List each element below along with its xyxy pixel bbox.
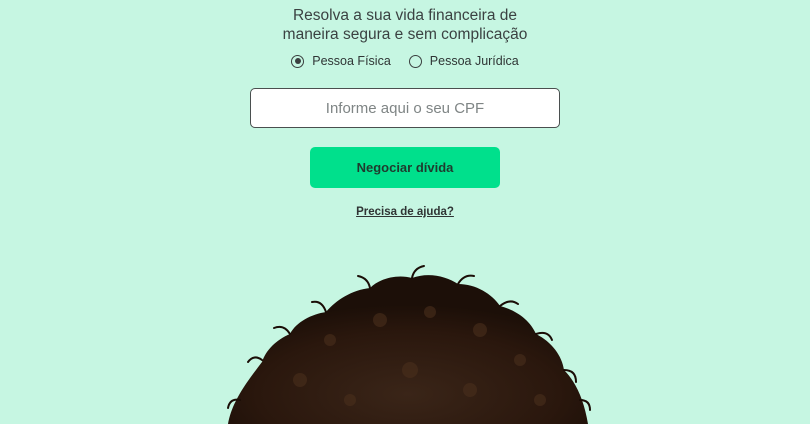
radio-unselected-icon[interactable] [408,54,422,68]
hero-headline: Resolva a sua vida financeira de maneira… [0,6,810,44]
radio-pessoa-fisica-label: Pessoa Física [312,54,391,68]
person-type-radio-group: Pessoa Física Pessoa Jurídica [0,54,810,68]
radio-pessoa-juridica[interactable]: Pessoa Jurídica [408,54,519,68]
help-link[interactable]: Precisa de ajuda? [356,206,454,218]
radio-pessoa-fisica[interactable]: Pessoa Física [291,54,391,68]
radio-pessoa-juridica-label: Pessoa Jurídica [429,54,519,68]
radio-selected-icon[interactable] [291,54,305,68]
person-hair-image [227,265,591,424]
headline-line-2: maneira segura e sem complicação [282,26,528,43]
cpf-input[interactable] [250,88,560,128]
help-link-container: Precisa de ajuda? [0,206,810,218]
headline-line-1: Resolva a sua vida financeira de [292,7,518,24]
negociar-divida-button[interactable]: Negociar dívida [310,147,500,188]
